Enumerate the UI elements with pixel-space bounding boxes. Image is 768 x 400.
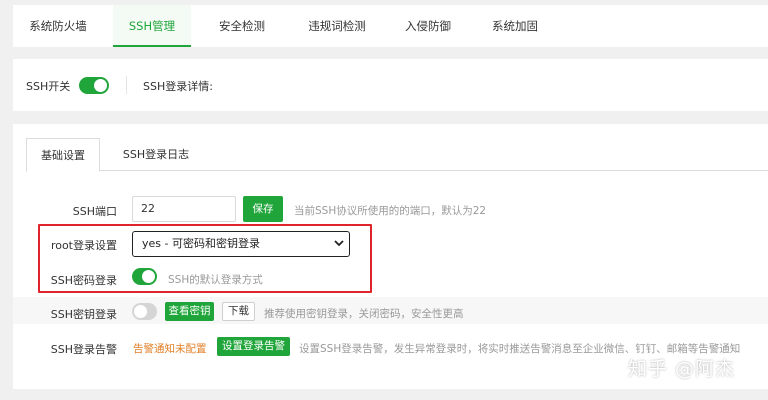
set-login-alert-button[interactable]: 设置登录告警 bbox=[217, 337, 290, 356]
key-login-toggle[interactable] bbox=[132, 303, 157, 320]
nav-item-security-check[interactable]: 安全检测 bbox=[203, 5, 281, 47]
ssh-port-label: SSH端口 bbox=[72, 205, 117, 218]
nav-item-intrusion-prevention[interactable]: 入侵防御 bbox=[389, 5, 467, 47]
key-login-label: SSH密钥登录 bbox=[50, 308, 117, 321]
nav-item-prohibited-words[interactable]: 违规词检测 bbox=[291, 5, 383, 47]
highlight-box bbox=[38, 224, 372, 293]
ssh-switch-toggle[interactable] bbox=[79, 77, 109, 94]
ssh-switch-bar: SSH开关 SSH登录详情: bbox=[13, 59, 768, 111]
alert-not-configured-status: 告警通知未配置 bbox=[133, 343, 207, 355]
nav-item-ssh-management[interactable]: SSH管理 bbox=[113, 5, 191, 47]
key-login-hint: 推荐使用密钥登录，关闭密码，安全性更高 bbox=[264, 308, 464, 320]
save-port-button[interactable]: 保存 bbox=[243, 196, 283, 222]
view-key-button[interactable]: 查看密钥 bbox=[165, 302, 214, 321]
tab-basic-settings[interactable]: 基础设置 bbox=[26, 138, 100, 172]
tab-bar: 基础设置 SSH登录日志 bbox=[26, 138, 768, 172]
ssh-switch-label: SSH开关 bbox=[26, 80, 71, 93]
ssh-login-details-label: SSH登录详情: bbox=[143, 80, 213, 93]
nav-item-system-hardening[interactable]: 系统加固 bbox=[475, 5, 555, 47]
ssh-port-input[interactable]: 22 bbox=[132, 196, 236, 222]
download-key-button[interactable]: 下载 bbox=[222, 302, 255, 321]
watermark: 知乎 @阿杰 bbox=[628, 358, 736, 380]
nav-item-firewall[interactable]: 系统防火墙 bbox=[13, 5, 103, 47]
login-alert-label: SSH登录告警 bbox=[50, 343, 117, 356]
tab-ssh-login-log[interactable]: SSH登录日志 bbox=[110, 138, 202, 171]
top-nav: 系统防火墙 SSH管理 安全检测 违规词检测 入侵防御 系统加固 bbox=[13, 5, 768, 47]
ssh-port-hint: 当前SSH协议所使用的的端口，默认为22 bbox=[294, 205, 487, 217]
divider bbox=[126, 76, 127, 94]
